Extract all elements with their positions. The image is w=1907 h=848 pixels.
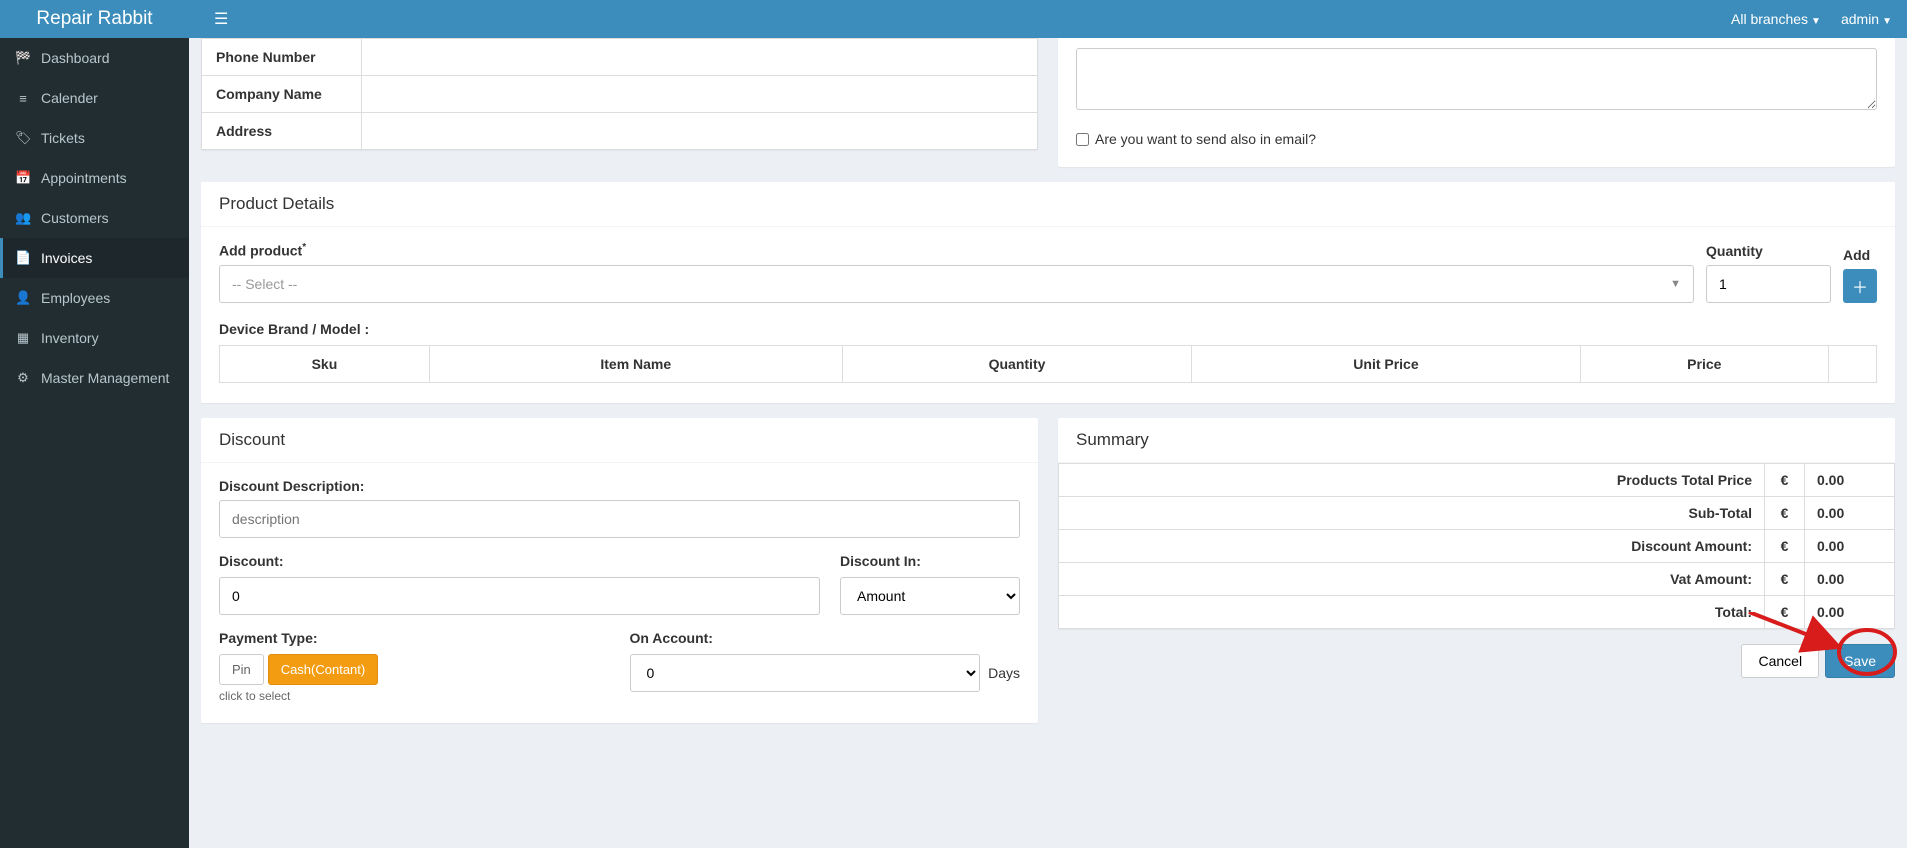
col-unit-price: Unit Price [1192,345,1580,382]
payment-pin-button[interactable]: Pin [219,654,264,685]
file-icon: 📄 [15,250,31,266]
hamburger-icon: ☰ [214,11,228,28]
sidebar-item-invoices[interactable]: 📄Invoices [0,238,189,278]
list-icon: ≡ [15,91,31,106]
menu-toggle-button[interactable]: ☰ [204,4,238,34]
quantity-label: Quantity [1706,243,1831,259]
sidebar-item-tickets[interactable]: 🏷Tickets [0,118,189,158]
col-actions [1829,345,1877,382]
sidebar-item-master-management[interactable]: ⚙Master Management [0,358,189,398]
summary-table: Products Total Price€0.00 Sub-Total€0.00… [1058,463,1895,629]
discount-in-label: Discount In: [840,553,1020,569]
branches-dropdown[interactable]: All branches▼ [1731,11,1821,27]
col-price: Price [1580,345,1828,382]
click-to-select-hint: click to select [219,689,610,703]
ticket-icon: 🏷 [15,130,31,146]
sidebar-item-employees[interactable]: 👤Employees [0,278,189,318]
sidebar-item-customers[interactable]: 👥Customers [0,198,189,238]
summary-row-products-total: Products Total Price€0.00 [1059,463,1895,496]
phone-label: Phone Number [202,39,362,76]
brand-logo[interactable]: Repair Rabbit [0,0,189,38]
plus-icon: ＋ [1852,274,1868,298]
company-value [362,76,1038,113]
items-table: Sku Item Name Quantity Unit Price Price [219,345,1877,383]
col-quantity: Quantity [842,345,1192,382]
address-label: Address [202,113,362,150]
add-product-label: Add product [219,242,1694,259]
summary-row-subtotal: Sub-Total€0.00 [1059,496,1895,529]
user-dropdown[interactable]: admin▼ [1841,11,1892,27]
save-button[interactable]: Save [1825,644,1895,678]
send-email-checkbox[interactable] [1076,133,1089,146]
quantity-input[interactable] [1706,265,1831,303]
grid-icon: ▦ [15,330,31,346]
discount-panel: Discount Discount Description: Discount:… [201,418,1038,723]
sidebar-item-calender[interactable]: ≡Calender [0,78,189,118]
caret-down-icon: ▼ [1811,16,1821,27]
product-details-title: Product Details [201,182,1895,227]
company-label: Company Name [202,76,362,113]
sliders-icon: ⚙ [15,370,31,386]
discount-desc-input[interactable] [219,500,1020,538]
on-account-label: On Account: [630,630,1021,646]
payment-cash-button[interactable]: Cash(Contant) [268,654,379,685]
discount-amount-label: Discount: [219,553,820,569]
device-brand-model-label: Device Brand / Model : [219,321,1877,337]
discount-desc-label: Discount Description: [219,478,1020,494]
on-account-select[interactable]: 0 [630,654,981,692]
days-suffix: Days [988,665,1020,681]
add-label: Add [1843,247,1877,263]
summary-row-vat: Vat Amount:€0.00 [1059,562,1895,595]
sidebar-item-dashboard[interactable]: 🏁Dashboard [0,38,189,78]
sidebar: 🏁Dashboard ≡Calender 🏷Tickets 📅Appointme… [0,38,189,848]
sidebar-item-appointments[interactable]: 📅Appointments [0,158,189,198]
summary-panel: Summary Products Total Price€0.00 Sub-To… [1058,418,1895,629]
top-header: Repair Rabbit ☰ All branches▼ admin▼ [0,0,1907,38]
summary-title: Summary [1058,418,1895,463]
caret-down-icon: ▼ [1670,278,1681,290]
user-icon: 👤 [15,290,31,306]
discount-in-select[interactable]: Amount [840,577,1020,615]
send-email-label: Are you want to send also in email? [1095,131,1316,147]
col-sku: Sku [220,345,430,382]
add-product-button[interactable]: ＋ [1843,269,1877,303]
main-content: Phone Number Company Name Address Are yo… [189,38,1907,848]
discount-amount-input[interactable] [219,577,820,615]
calendar-icon: 📅 [15,170,31,186]
caret-down-icon: ▼ [1882,16,1892,27]
phone-value [362,39,1038,76]
cancel-button[interactable]: Cancel [1741,644,1819,678]
address-value [362,113,1038,150]
summary-row-discount: Discount Amount:€0.00 [1059,529,1895,562]
customer-info-table: Phone Number Company Name Address [201,38,1038,150]
actions-row: Cancel Save [1058,644,1895,678]
payment-type-label: Payment Type: [219,630,610,646]
col-item-name: Item Name [429,345,842,382]
product-details-panel: Product Details Add product -- Select --… [201,182,1895,403]
summary-row-total: Total:€0.00 [1059,595,1895,628]
users-icon: 👥 [15,210,31,226]
product-select[interactable]: -- Select -- ▼ [219,265,1694,303]
sidebar-item-inventory[interactable]: ▦Inventory [0,318,189,358]
invoice-description-textarea[interactable] [1076,48,1877,110]
discount-title: Discount [201,418,1038,463]
tachometer-icon: 🏁 [15,50,31,66]
